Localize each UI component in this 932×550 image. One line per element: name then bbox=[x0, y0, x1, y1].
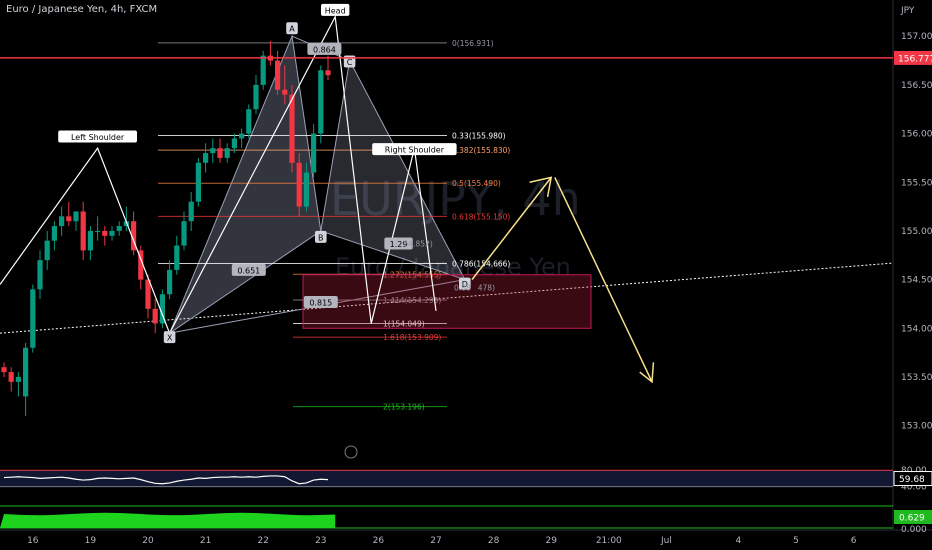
head-label: Head bbox=[325, 6, 346, 15]
y-tick-label: 153.000 bbox=[901, 422, 932, 432]
price-marker-label: 156.777 bbox=[898, 54, 932, 64]
candle-body bbox=[30, 289, 36, 348]
candle-body bbox=[44, 240, 50, 261]
x-tick-label: 21 bbox=[200, 536, 211, 546]
fib-label: 1.618(153.909) bbox=[383, 333, 441, 342]
x-tick-label: 26 bbox=[373, 536, 385, 546]
y-tick-label: 156.500 bbox=[901, 81, 932, 91]
point-c-label: C bbox=[347, 58, 353, 67]
y-tick-label: 154.000 bbox=[901, 324, 932, 334]
candle-body bbox=[1, 367, 7, 373]
left-shoulder-label: Left Shoulder bbox=[71, 133, 125, 142]
candle-body bbox=[73, 211, 79, 222]
x-tick-label: 29 bbox=[545, 536, 557, 546]
candle-body bbox=[59, 216, 65, 227]
currency-label: JPY bbox=[900, 6, 915, 16]
candle-body bbox=[224, 148, 230, 158]
candle-body bbox=[195, 162, 201, 202]
candle-body bbox=[8, 372, 14, 382]
ratio-ab-label: 0.864 bbox=[313, 45, 336, 54]
candle-body bbox=[109, 230, 115, 236]
right-shoulder-label: Right Shoulder bbox=[385, 146, 445, 155]
y-tick-label: 157.000 bbox=[901, 32, 932, 42]
candle-body bbox=[253, 84, 259, 110]
candle-body bbox=[231, 138, 237, 149]
point-a-label: A bbox=[289, 25, 295, 34]
fib-label: 0.5(155.490) bbox=[452, 179, 501, 188]
ratio-bd-label: 0.815 bbox=[309, 298, 332, 307]
x-tick-label: 20 bbox=[142, 536, 154, 546]
x-tick-label: 4 bbox=[736, 536, 742, 546]
x-tick-label: 27 bbox=[430, 536, 441, 546]
candle-body bbox=[15, 376, 21, 382]
alert-icon bbox=[344, 445, 358, 459]
candle-body bbox=[282, 89, 288, 95]
y-tick-label: 156.000 bbox=[901, 130, 932, 140]
candle-body bbox=[203, 153, 209, 163]
y-tick-label: 153.500 bbox=[901, 373, 932, 383]
candle-body bbox=[246, 109, 252, 134]
candle-body bbox=[23, 347, 29, 397]
y-tick-label: 154.500 bbox=[901, 276, 932, 286]
candle-body bbox=[66, 216, 72, 222]
candle-body bbox=[188, 201, 194, 222]
y-tick-label: 155.000 bbox=[901, 227, 932, 237]
x-tick-label: 23 bbox=[315, 536, 326, 546]
candle-body bbox=[37, 260, 43, 290]
prz-box bbox=[302, 274, 592, 329]
candle-body bbox=[289, 94, 295, 163]
fib-label: 2(153.196) bbox=[383, 403, 425, 412]
candle-body bbox=[102, 230, 108, 236]
x-tick-label: 21:00 bbox=[596, 536, 622, 546]
rsi-value-label: 59.68 bbox=[899, 475, 925, 485]
fib-label: 0(156.931) bbox=[452, 39, 494, 48]
fib-label: 0.618(155.150) bbox=[452, 212, 510, 221]
osc-value-label: 0.629 bbox=[899, 514, 925, 524]
candle-body bbox=[152, 308, 158, 324]
candlestick-chart[interactable]: EURJPY, 4hEuro / Japanese YenJPY157.0001… bbox=[0, 0, 932, 550]
candle-body bbox=[296, 162, 302, 207]
x-tick-label: 22 bbox=[257, 536, 268, 546]
osc-zero-label: 0.000 bbox=[901, 525, 927, 535]
candle-body bbox=[80, 211, 86, 251]
candle-body bbox=[174, 245, 180, 270]
fib-label: 0.382(155.830) bbox=[452, 146, 510, 155]
candle-body bbox=[167, 269, 173, 295]
candle-body bbox=[116, 226, 122, 231]
candle-body bbox=[51, 226, 57, 241]
candle-body bbox=[239, 133, 245, 139]
x-tick-label: 16 bbox=[27, 536, 39, 546]
candle-body bbox=[217, 148, 223, 158]
fib-label: 0.33(155.980) bbox=[452, 132, 506, 141]
fib-partial-label-2: 0.88 bbox=[454, 283, 471, 292]
candle-body bbox=[181, 221, 187, 246]
x-tick-label: 19 bbox=[85, 536, 97, 546]
ratio-xb-label: 0.651 bbox=[237, 266, 260, 275]
candle-body bbox=[260, 55, 266, 85]
candle-body bbox=[318, 70, 324, 134]
candle-body bbox=[303, 172, 309, 207]
x-tick-label: 6 bbox=[851, 536, 857, 546]
candle-body bbox=[87, 230, 93, 251]
oscillator-area bbox=[0, 512, 336, 528]
fib-partial-label-3: 478) bbox=[478, 283, 495, 292]
fib-partial-label: 54.852) bbox=[404, 240, 433, 249]
x-tick-label: 28 bbox=[488, 536, 500, 546]
y-tick-label: 155.500 bbox=[901, 178, 932, 188]
candle-body bbox=[210, 148, 216, 154]
candle-body bbox=[275, 60, 281, 90]
point-b-label: B bbox=[318, 233, 324, 242]
candle-body bbox=[311, 133, 317, 173]
point-x-label: X bbox=[167, 334, 173, 343]
candle-body bbox=[95, 230, 101, 232]
x-tick-label: Jul bbox=[660, 536, 672, 546]
x-tick-label: 5 bbox=[793, 536, 799, 546]
candle-body bbox=[325, 70, 331, 76]
